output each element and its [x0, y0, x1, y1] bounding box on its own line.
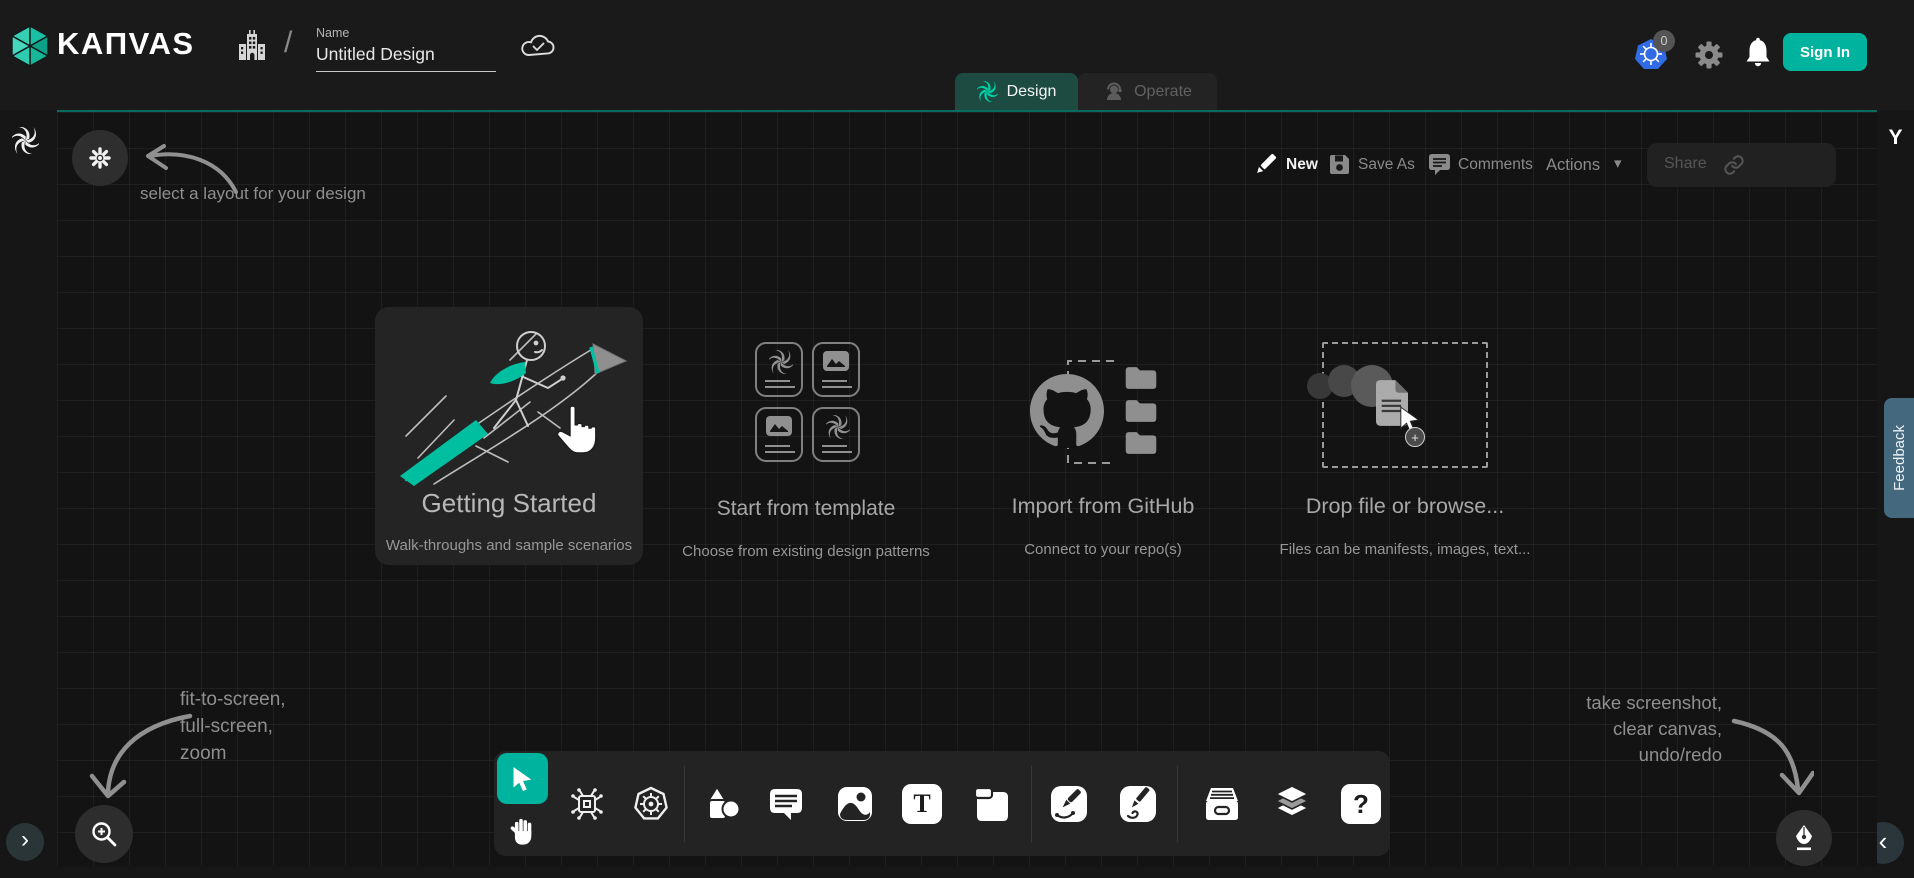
- template-tile-image[interactable]: [812, 342, 860, 397]
- tab-operate-label: Operate: [1134, 83, 1192, 101]
- component-chip-tool[interactable]: [567, 784, 607, 824]
- organization-icon[interactable]: [234, 27, 270, 65]
- tab-operate[interactable]: Operate: [1078, 73, 1217, 110]
- screenshot-hint-text: take screenshot, clear canvas, undo/redo: [1500, 690, 1722, 768]
- left-edge-panel: [0, 110, 57, 878]
- expand-left-panel-button[interactable]: ›: [6, 823, 44, 861]
- repo-folder-icon: [1124, 366, 1158, 390]
- toolbar-divider: [684, 766, 685, 842]
- operate-headset-icon: [1103, 81, 1125, 103]
- getting-started-title: Getting Started: [375, 488, 643, 519]
- share-label: Share: [1664, 155, 1707, 173]
- toolbar-divider: [1031, 766, 1032, 842]
- brand-wordmark: KAΠVAS: [57, 26, 195, 62]
- template-tile-image[interactable]: [755, 407, 803, 462]
- magnifier-plus-icon: [90, 820, 118, 848]
- kanvas-logo-icon[interactable]: [10, 24, 50, 68]
- hand-pan-icon: [509, 815, 537, 845]
- cloud-save-status-icon: [519, 31, 557, 61]
- design-name-label: Name: [316, 26, 349, 40]
- kubernetes-tool[interactable]: [631, 784, 671, 824]
- getting-started-subtitle: Walk-throughs and sample scenarios: [363, 537, 655, 554]
- layout-hint-text: select a layout for your design: [140, 184, 366, 204]
- template-swirl-icon: [826, 415, 850, 439]
- drop-card-title[interactable]: Drop file or browse...: [1260, 494, 1550, 519]
- layout-asterisk-icon: [87, 145, 113, 171]
- template-tile-design[interactable]: [812, 407, 860, 462]
- layers-tool[interactable]: [1272, 784, 1312, 824]
- shapes-tool[interactable]: [702, 784, 742, 824]
- sign-in-button[interactable]: Sign In: [1783, 33, 1867, 71]
- settings-gear-icon[interactable]: [1694, 40, 1724, 70]
- share-link-icon: [1723, 154, 1745, 176]
- save-as-floppy-icon[interactable]: [1328, 153, 1351, 176]
- comments-button[interactable]: Comments: [1458, 156, 1533, 174]
- comment-tool[interactable]: [766, 784, 806, 824]
- comments-bubble-icon[interactable]: [1426, 151, 1453, 178]
- toolbar-divider: [1177, 766, 1178, 842]
- screenshot-hint-arrow: [1728, 705, 1814, 800]
- new-design-button[interactable]: New: [1286, 156, 1318, 174]
- template-card-title[interactable]: Start from template: [665, 497, 947, 521]
- repo-folder-icon: [1124, 399, 1158, 423]
- actions-caret-down-icon[interactable]: ▾: [1614, 154, 1622, 172]
- template-tile-design[interactable]: [755, 342, 803, 397]
- whiteboard-pen-button[interactable]: [1776, 810, 1832, 866]
- tab-design-label: Design: [1007, 83, 1057, 101]
- add-file-plus-icon: +: [1405, 427, 1425, 447]
- share-button[interactable]: Share: [1647, 143, 1836, 187]
- select-arrow-icon: [511, 766, 535, 792]
- pen-nib-icon: [1791, 824, 1817, 852]
- tab-design[interactable]: Design: [955, 73, 1078, 110]
- layout-selector-button[interactable]: [72, 130, 128, 186]
- kanvas-app: KAΠVAS / Name: [0, 0, 1914, 878]
- save-as-button[interactable]: Save As: [1358, 156, 1415, 174]
- pen-tool[interactable]: [1049, 784, 1089, 824]
- pan-tool-button[interactable]: [497, 806, 548, 854]
- app-header: KAΠVAS / Name: [0, 0, 1914, 110]
- help-tool[interactable]: ?: [1341, 784, 1381, 824]
- zoom-hint-arrow: [78, 700, 193, 805]
- merge-handle-icon[interactable]: Y: [1877, 126, 1914, 150]
- design-name-input[interactable]: [316, 44, 496, 72]
- template-image-icon: [766, 416, 792, 436]
- template-image-icon: [823, 351, 849, 371]
- help-glyph: ?: [1353, 789, 1369, 820]
- actions-menu-button[interactable]: Actions: [1546, 156, 1600, 175]
- text-tool-glyph: T: [913, 789, 930, 819]
- github-octocat-icon[interactable]: [1030, 374, 1104, 448]
- select-tool-button[interactable]: [497, 753, 548, 804]
- zoom-hint-text: fit-to-screen, full-screen, zoom: [180, 686, 286, 767]
- meshery-swirl-icon[interactable]: [12, 127, 39, 154]
- github-card-subtitle: Connect to your repo(s): [962, 541, 1244, 558]
- credits-badge: 0: [1653, 30, 1675, 52]
- repo-folder-icon: [1124, 431, 1158, 455]
- chevron-right-icon: ›: [21, 826, 29, 854]
- text-tool[interactable]: T: [902, 784, 942, 824]
- feedback-label: Feedback: [1891, 425, 1908, 491]
- design-swirl-icon: [977, 81, 998, 102]
- drop-card-subtitle: Files can be manifests, images, text...: [1255, 541, 1555, 558]
- rocket-doodle-illustration: [388, 316, 630, 488]
- zoom-button[interactable]: [75, 805, 133, 863]
- github-card-title[interactable]: Import from GitHub: [962, 494, 1244, 519]
- catalog-drawer-tool[interactable]: [1202, 784, 1242, 824]
- chevron-left-icon: ‹: [1879, 826, 1888, 857]
- breadcrumb-separator: /: [284, 26, 292, 60]
- freehand-draw-tool[interactable]: [1118, 784, 1158, 824]
- feedback-tab[interactable]: Feedback: [1884, 398, 1914, 518]
- new-design-pencil-icon[interactable]: [1252, 150, 1280, 178]
- notifications-bell-icon[interactable]: [1744, 37, 1772, 69]
- template-swirl-icon: [769, 350, 793, 374]
- hand-pointer-cursor-icon: [552, 404, 600, 456]
- image-tool[interactable]: [835, 784, 875, 824]
- template-card-subtitle: Choose from existing design patterns: [655, 543, 957, 560]
- note-tool[interactable]: [971, 784, 1011, 824]
